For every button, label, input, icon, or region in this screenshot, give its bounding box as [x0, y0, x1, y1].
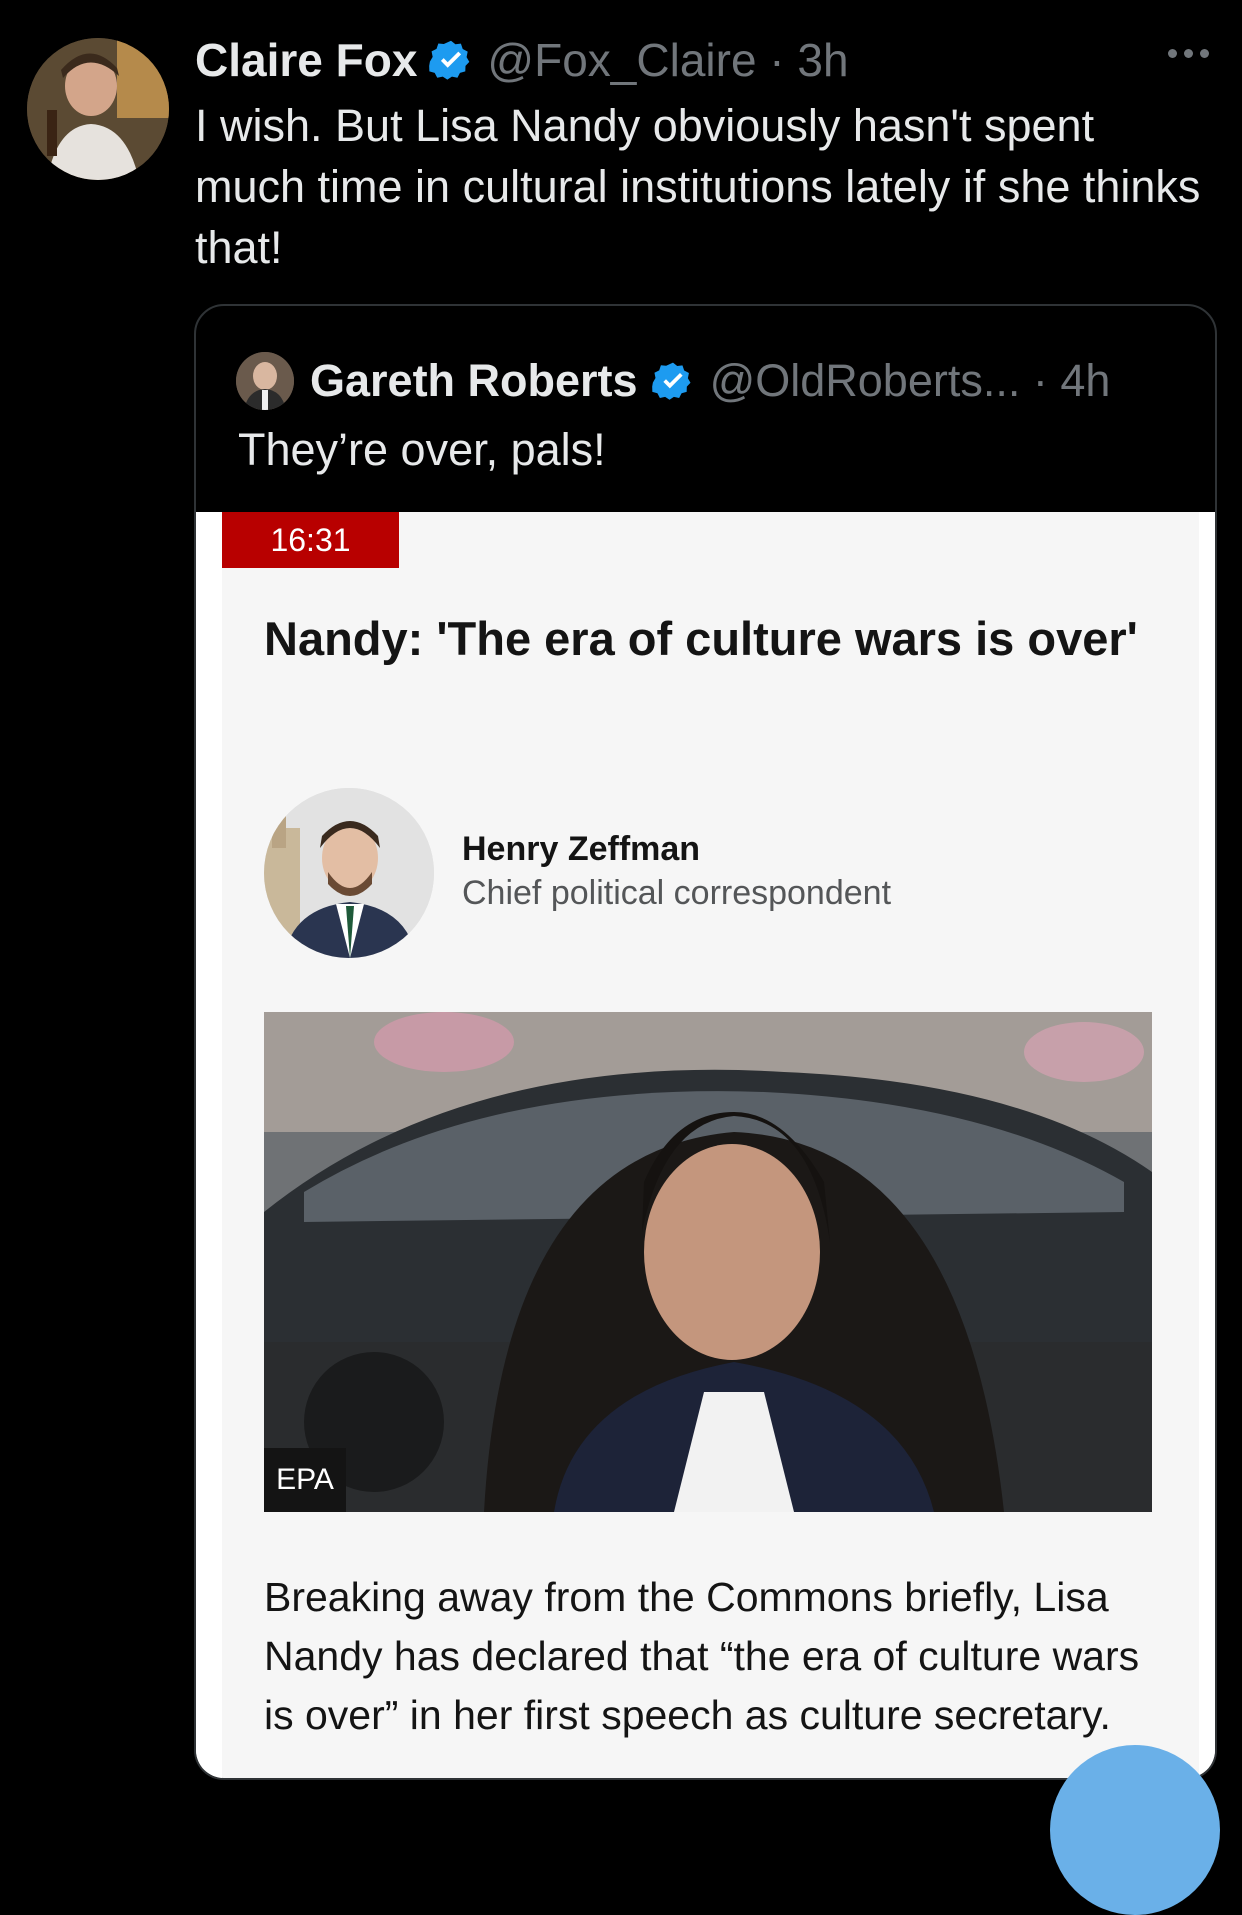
- verified-badge-icon: [651, 362, 691, 400]
- article-body: Breaking away from the Commons briefly, …: [264, 1574, 1140, 1738]
- article-screenshot[interactable]: 16:31 Nandy: 'The era of culture wars is…: [196, 512, 1215, 1778]
- verified-badge-icon: [429, 40, 470, 80]
- author-name: Henry Zeffman: [462, 830, 701, 868]
- dot: [1168, 48, 1177, 58]
- gareth-roberts-avatar[interactable]: [236, 352, 294, 410]
- author-role: Chief political correspondent: [462, 874, 892, 912]
- handle-and-time[interactable]: @Fox_Claire · 3h: [487, 33, 848, 87]
- photo-credit: EPA: [264, 1448, 346, 1512]
- ellipsis-icon[interactable]: [1168, 38, 1214, 68]
- dot: [1200, 48, 1209, 58]
- dot: [1184, 48, 1193, 58]
- author-name[interactable]: Claire Fox: [195, 33, 417, 87]
- tweet[interactable]: Claire Fox @Fox_Claire · 3h I wish. But …: [0, 0, 1242, 1915]
- article-headline: Nandy: 'The era of culture wars is over': [264, 612, 1138, 665]
- tweet-text: I wish. But Lisa Nandy obviously hasn't …: [195, 100, 1201, 273]
- quoted-tweet[interactable]: Gareth Roberts @OldRoberts... · 4h They’…: [194, 304, 1217, 1780]
- quoted-handle-and-time[interactable]: @OldRoberts... · 4h: [710, 355, 1111, 407]
- tweet-header: Claire Fox @Fox_Claire · 3h: [195, 30, 849, 90]
- article-photo: EPA: [264, 1012, 1152, 1512]
- time-badge: 16:31: [222, 512, 399, 568]
- author-photo: [264, 788, 434, 958]
- quoted-tweet-text: They’re over, pals!: [238, 424, 606, 475]
- claire-fox-avatar[interactable]: [27, 38, 169, 180]
- quoted-author-name[interactable]: Gareth Roberts: [310, 355, 638, 407]
- quoted-tweet-header: Gareth Roberts @OldRoberts... · 4h: [236, 346, 1110, 416]
- compose-button[interactable]: [1050, 1745, 1220, 1915]
